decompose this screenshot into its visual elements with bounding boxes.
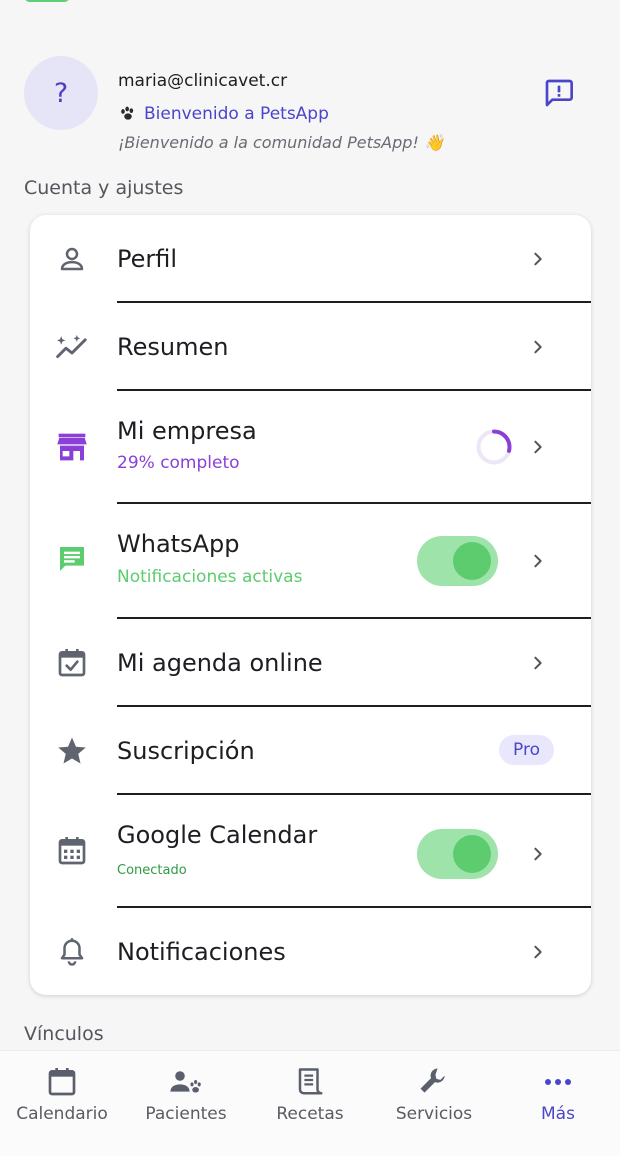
welcome-title: Bienvenido a PetsApp [144, 104, 329, 124]
tab-label-prescriptions: Recetas [276, 1104, 344, 1124]
chat-icon [52, 539, 92, 579]
paw-icon [121, 106, 134, 120]
menu-item-profile[interactable]: Perfil [30, 215, 591, 303]
calendar-grid-icon [52, 831, 92, 871]
avatar-placeholder: ? [53, 77, 69, 109]
pro-badge: Pro [499, 735, 554, 765]
whatsapp-toggle[interactable] [417, 536, 498, 586]
tab-more[interactable]: Más [496, 1051, 620, 1156]
feedback-button[interactable] [540, 74, 578, 112]
menu-label-subscription: Suscripción [117, 737, 255, 765]
chevron-right-icon [527, 941, 549, 963]
settings-card: Perfil Resumen Mi empresa 29% completo W… [30, 215, 591, 995]
menu-item-summary[interactable]: Resumen [30, 303, 591, 391]
tab-patients[interactable]: Pacientes [124, 1051, 248, 1156]
receipt-icon [292, 1064, 328, 1100]
user-email: maria@clinicavet.cr [118, 71, 288, 91]
tab-services[interactable]: Servicios [372, 1051, 496, 1156]
tab-label-calendar: Calendario [16, 1104, 108, 1124]
menu-label-whatsapp: WhatsApp [117, 530, 240, 558]
tab-prescriptions[interactable]: Recetas [248, 1051, 372, 1156]
chevron-right-icon [527, 843, 549, 865]
menu-item-google-calendar[interactable]: Google Calendar Conectado [30, 795, 591, 908]
top-status-pill [24, 0, 70, 2]
bell-icon [52, 932, 92, 972]
store-icon [52, 427, 92, 467]
google-calendar-toggle[interactable] [417, 829, 498, 879]
wrench-icon [416, 1064, 452, 1100]
calendar-check-icon [52, 643, 92, 683]
menu-item-agenda[interactable]: Mi agenda online [30, 619, 591, 707]
tab-label-services: Servicios [395, 1104, 473, 1124]
menu-label-summary: Resumen [117, 333, 229, 361]
menu-item-subscription[interactable]: Suscripción Pro [30, 707, 591, 795]
section-title-account: Cuenta y ajustes [24, 177, 184, 199]
section-title-links: Vínculos [24, 1023, 104, 1045]
whatsapp-status-text: Notificaciones activas [117, 567, 303, 587]
company-progress-text: 29% completo [117, 453, 240, 473]
feedback-icon [545, 79, 573, 107]
more-dots-icon [540, 1064, 576, 1100]
calendar-icon [44, 1064, 80, 1100]
chevron-right-icon [527, 436, 549, 458]
person-icon [52, 239, 92, 279]
chevron-right-icon [527, 336, 549, 358]
toggle-knob [453, 835, 491, 873]
bottom-tab-bar: Calendario Pacientes Recetas Servicios M… [0, 1050, 620, 1156]
google-calendar-status-text: Conectado [117, 863, 187, 878]
menu-label-google-calendar: Google Calendar [117, 821, 318, 849]
welcome-subtitle: ¡Bienvenido a la comunidad PetsApp! 👋 [118, 133, 444, 152]
toggle-knob [453, 542, 491, 580]
menu-item-whatsapp[interactable]: WhatsApp Notificaciones activas [30, 504, 591, 618]
menu-label-profile: Perfil [117, 245, 178, 273]
menu-label-company: Mi empresa [117, 417, 257, 445]
menu-label-agenda: Mi agenda online [117, 649, 323, 677]
chevron-right-icon [527, 248, 549, 270]
star-icon [52, 731, 92, 771]
menu-item-notifications[interactable]: Notificaciones [30, 908, 591, 995]
menu-item-company[interactable]: Mi empresa 29% completo [30, 391, 591, 503]
company-progress-ring [476, 429, 512, 465]
menu-label-notifications: Notificaciones [117, 938, 286, 966]
avatar[interactable]: ? [24, 56, 98, 130]
tab-label-more: Más [541, 1104, 575, 1124]
chevron-right-icon [527, 652, 549, 674]
tab-label-patients: Pacientes [145, 1104, 227, 1124]
chevron-right-icon [527, 550, 549, 572]
patients-icon [168, 1064, 204, 1100]
welcome-line: Bienvenido a PetsApp [118, 104, 329, 124]
sparkle-trend-icon [52, 327, 92, 367]
tab-calendar[interactable]: Calendario [0, 1051, 124, 1156]
